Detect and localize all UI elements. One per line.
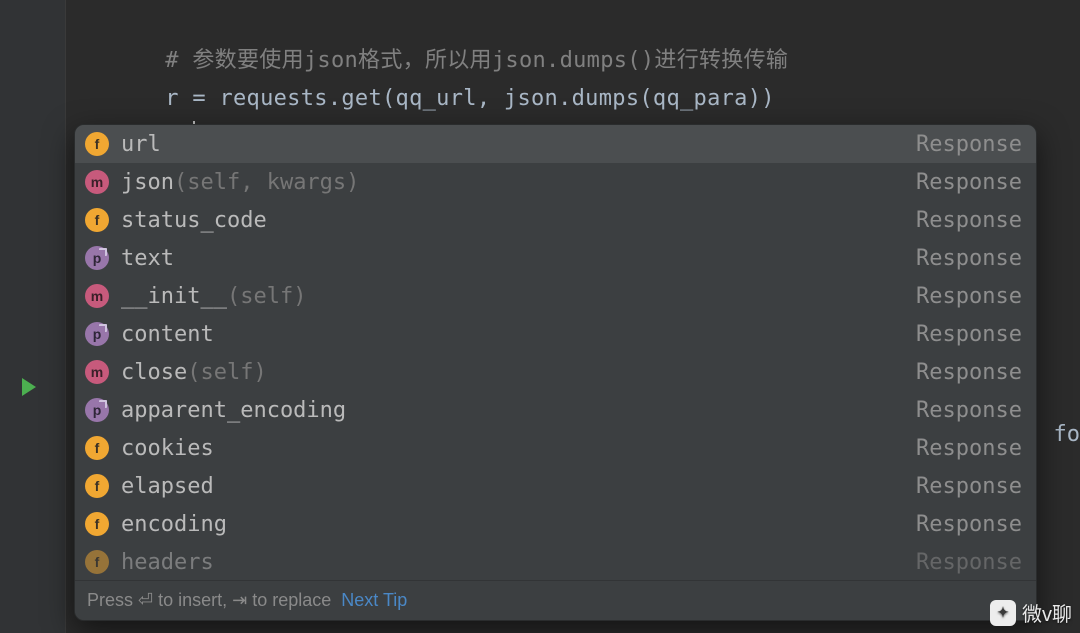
property-icon: p xyxy=(85,322,109,346)
field-icon: f xyxy=(85,512,109,536)
autocomplete-item-name: __init__(self) xyxy=(121,284,904,309)
method-icon: m xyxy=(85,360,109,384)
field-icon: f xyxy=(85,550,109,574)
autocomplete-item-type: Response xyxy=(904,512,1022,537)
method-icon: m xyxy=(85,284,109,308)
autocomplete-item-type: Response xyxy=(904,208,1022,233)
autocomplete-item-type: Response xyxy=(904,360,1022,385)
autocomplete-item[interactable]: f status_code Response xyxy=(75,201,1036,239)
autocomplete-item[interactable]: f encoding Response xyxy=(75,505,1036,543)
autocomplete-item-name: apparent_encoding xyxy=(121,398,904,423)
autocomplete-item[interactable]: f cookies Response xyxy=(75,429,1036,467)
field-icon: f xyxy=(85,208,109,232)
autocomplete-item-name: headers xyxy=(121,550,904,575)
autocomplete-item[interactable]: f url Response xyxy=(75,125,1036,163)
autocomplete-item-name: json(self, kwargs) xyxy=(121,170,904,195)
autocomplete-item[interactable]: f elapsed Response xyxy=(75,467,1036,505)
field-icon: f xyxy=(85,132,109,156)
autocomplete-item[interactable]: m json(self, kwargs) Response xyxy=(75,163,1036,201)
autocomplete-item-type: Response xyxy=(904,398,1022,423)
autocomplete-item-type: Response xyxy=(904,132,1022,157)
autocomplete-item-name: status_code xyxy=(121,208,904,233)
method-icon: m xyxy=(85,170,109,194)
autocomplete-item-name: text xyxy=(121,246,904,271)
autocomplete-item[interactable]: f headers Response xyxy=(75,543,1036,580)
truncated-code-right: fo xyxy=(1054,416,1080,454)
autocomplete-item-type: Response xyxy=(904,322,1022,347)
field-icon: f xyxy=(85,474,109,498)
property-icon: p xyxy=(85,398,109,422)
autocomplete-item[interactable]: m close(self) Response xyxy=(75,353,1036,391)
autocomplete-item-type: Response xyxy=(904,550,1022,575)
next-tip-link[interactable]: Next Tip xyxy=(341,590,407,611)
autocomplete-hint: Press ⏎ to insert, ⇥ to replace xyxy=(87,590,331,611)
autocomplete-item-name: content xyxy=(121,322,904,347)
autocomplete-footer: Press ⏎ to insert, ⇥ to replace Next Tip xyxy=(75,580,1036,620)
autocomplete-item-type: Response xyxy=(904,436,1022,461)
autocomplete-item-name: close(self) xyxy=(121,360,904,385)
autocomplete-item-name: elapsed xyxy=(121,474,904,499)
editor-gutter xyxy=(0,0,66,633)
autocomplete-item[interactable]: p content Response xyxy=(75,315,1036,353)
autocomplete-item-type: Response xyxy=(904,170,1022,195)
autocomplete-popup[interactable]: f url Response m json(self, kwargs) Resp… xyxy=(74,124,1037,621)
autocomplete-item-name: cookies xyxy=(121,436,904,461)
field-icon: f xyxy=(85,436,109,460)
autocomplete-item[interactable]: p text Response xyxy=(75,239,1036,277)
autocomplete-item[interactable]: p apparent_encoding Response xyxy=(75,391,1036,429)
autocomplete-item-type: Response xyxy=(904,474,1022,499)
property-icon: p xyxy=(85,246,109,270)
autocomplete-item-type: Response xyxy=(904,246,1022,271)
code-editor[interactable]: # 参数要使用json格式，所以用json.dumps()进行转换传输 r = … xyxy=(0,0,1080,633)
autocomplete-item-type: Response xyxy=(904,284,1022,309)
autocomplete-list[interactable]: f url Response m json(self, kwargs) Resp… xyxy=(75,125,1036,580)
autocomplete-item[interactable]: m __init__(self) Response xyxy=(75,277,1036,315)
run-gutter-icon[interactable] xyxy=(22,378,36,396)
autocomplete-item-name: encoding xyxy=(121,512,904,537)
autocomplete-item-name: url xyxy=(121,132,904,157)
